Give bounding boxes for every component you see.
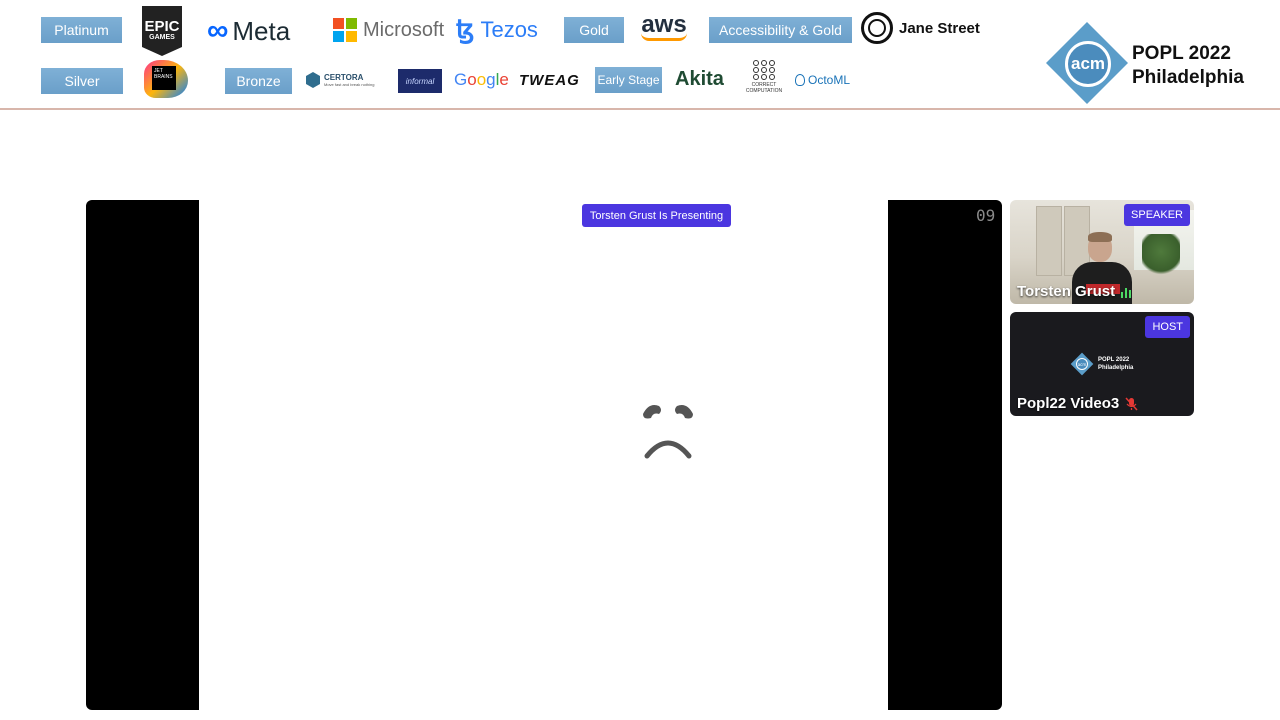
conference-title-line1: POPL 2022: [1132, 43, 1231, 64]
tezos-logo-text: Tezos: [480, 16, 538, 42]
correct-computation-text: CORRECT COMPUTATION: [745, 82, 783, 94]
sad-face-icon: [643, 405, 693, 459]
microsoft-logo-text: Microsoft: [363, 18, 445, 41]
tier-badge-early-stage: Early Stage: [595, 67, 662, 93]
participant-tile-speaker[interactable]: SPEAKER Torsten Grust: [1010, 200, 1194, 304]
tweag-logo: TWEAG: [519, 72, 580, 89]
tier-badge-platinum: Platinum: [41, 17, 122, 43]
tier-badge-accessibility-gold: Accessibility & Gold: [709, 17, 852, 43]
sponsor-banner: Platinum EPIC GAMES ∞ Meta Microsoft ꜩ T…: [0, 0, 1280, 110]
background-plant: [1142, 234, 1180, 278]
tier-badge-bronze: Bronze: [225, 68, 292, 94]
acm-mini-logo-text: acm: [1076, 358, 1088, 370]
host-logo-line2: Philadelphia: [1098, 365, 1134, 371]
participant-name: Torsten Grust: [1017, 283, 1132, 300]
tier-badge-silver: Silver: [41, 68, 123, 94]
jane-street-logo-text: Jane Street: [899, 19, 980, 37]
jane-street-logo: Jane Street: [861, 12, 980, 44]
epic-logo-subtext: GAMES: [149, 34, 175, 41]
microsoft-windows-icon: [333, 18, 357, 42]
informal-logo: informal: [398, 69, 442, 93]
shared-slide: Torsten Grust Is Presenting 09: [199, 200, 995, 710]
participant-name-text: Torsten Grust: [1017, 283, 1116, 300]
host-badge: HOST: [1145, 316, 1190, 338]
mic-muted-icon: [1125, 396, 1138, 411]
google-letter: e: [499, 70, 509, 89]
octoml-logo-text: OctoML: [808, 73, 851, 87]
speaker-video-hair: [1088, 232, 1112, 242]
participant-tile-host[interactable]: HOST acm POPL 2022 Philadelphia Popl22 V…: [1010, 312, 1194, 416]
meta-logo: ∞ Meta: [207, 14, 290, 48]
participant-name: Popl22 Video3: [1017, 395, 1138, 412]
certora-hex-icon: [306, 72, 320, 88]
acm-logo-text: acm: [1065, 41, 1111, 87]
microsoft-logo: Microsoft: [333, 18, 444, 42]
speaker-badge: SPEAKER: [1124, 204, 1190, 226]
acm-logo: acm: [1045, 21, 1130, 106]
presentation-stage[interactable]: Torsten Grust Is Presenting 09: [86, 200, 1002, 710]
epic-logo-text: EPIC: [144, 18, 180, 35]
akita-logo: Akita: [675, 68, 724, 90]
google-letter: G: [454, 70, 468, 89]
jane-street-ring-icon: [861, 12, 893, 44]
google-letter: g: [486, 70, 496, 89]
conference-title: POPL 2022 Philadelphia: [1132, 42, 1244, 90]
tezos-logo: ꜩ Tezos: [456, 14, 538, 45]
host-logo-line1: POPL 2022: [1098, 357, 1130, 363]
aws-smile-icon: [641, 33, 687, 41]
correct-computation-icon: [752, 60, 776, 80]
certora-logo-text: CERTORA: [324, 73, 364, 82]
participant-name-text: Popl22 Video3: [1017, 395, 1120, 412]
google-logo: Google: [454, 70, 509, 90]
aws-logo: aws: [641, 13, 687, 41]
background-cabinet: [1036, 206, 1062, 276]
tezos-icon: ꜩ: [456, 14, 475, 44]
acm-mini-logo: acm: [1070, 352, 1094, 376]
certora-tagline: Move fast and break nothing: [324, 82, 375, 87]
meta-infinity-icon: ∞: [207, 14, 229, 47]
tier-badge-gold: Gold: [564, 17, 624, 43]
epic-games-logo: EPIC GAMES: [142, 6, 182, 56]
conference-title-line2: Philadelphia: [1132, 67, 1244, 88]
correct-computation-logo: CORRECT COMPUTATION: [743, 60, 785, 94]
jetbrains-logo-text: JET BRAINS: [152, 66, 176, 90]
jetbrains-logo: JET BRAINS: [140, 56, 190, 98]
slide-number: 09: [976, 206, 996, 225]
google-letter: o: [467, 70, 477, 89]
octoml-icon: [795, 74, 805, 86]
certora-logo: CERTORA Move fast and break nothing: [306, 72, 374, 88]
audio-level-icon: [1121, 286, 1132, 298]
octoml-logo: OctoML: [795, 73, 850, 87]
host-conference-logo: acm POPL 2022 Philadelphia: [1070, 352, 1133, 376]
presenting-badge: Torsten Grust Is Presenting: [582, 204, 731, 227]
google-letter: o: [476, 70, 487, 89]
host-logo-text: POPL 2022 Philadelphia: [1098, 356, 1133, 372]
meta-logo-text: Meta: [232, 15, 291, 46]
